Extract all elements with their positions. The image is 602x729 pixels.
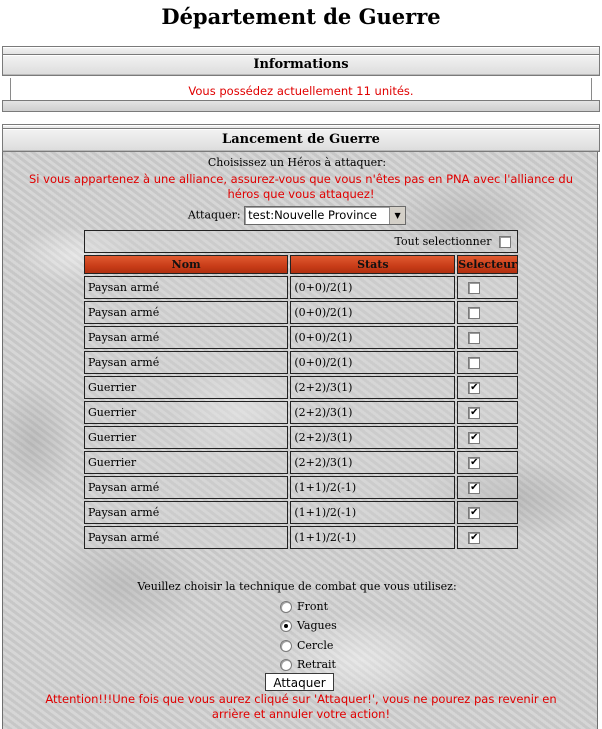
unit-selector-cell: ✔ xyxy=(457,501,518,524)
unit-name-cell: Paysan armé xyxy=(84,476,289,499)
unit-select-checkbox[interactable]: ✔ xyxy=(468,482,481,494)
unit-stats-cell: (2+2)/3(1) xyxy=(290,376,456,399)
unit-stats-cell: (0+0)/2(1) xyxy=(290,301,456,324)
technique-radio[interactable] xyxy=(280,601,292,613)
technique-label: Front xyxy=(297,600,329,613)
column-header-stats: Stats xyxy=(290,255,456,274)
table-row: Paysan armé (1+1)/2(-1) ✔ xyxy=(84,501,518,524)
unit-selector-cell xyxy=(457,276,518,299)
technique-radio[interactable] xyxy=(280,659,292,671)
unit-select-checkbox[interactable] xyxy=(468,307,481,319)
unit-selector-cell: ✔ xyxy=(457,426,518,449)
unit-selector-cell: ✔ xyxy=(457,451,518,474)
chevron-down-icon[interactable]: ▼ xyxy=(389,207,406,224)
table-row: Paysan armé (0+0)/2(1) xyxy=(84,326,518,349)
unit-select-checkbox[interactable] xyxy=(468,357,481,369)
info-panel-title: Informations xyxy=(253,57,349,72)
table-row: Guerrier (2+2)/3(1) ✔ xyxy=(84,426,518,449)
technique-option[interactable]: Front xyxy=(280,598,328,616)
table-header-row: Nom Stats Selecteur xyxy=(84,255,518,274)
technique-label: Vagues xyxy=(297,619,337,632)
unit-selector-cell: ✔ xyxy=(457,476,518,499)
table-row: Guerrier (2+2)/3(1) ✔ xyxy=(84,451,518,474)
unit-select-checkbox[interactable]: ✔ xyxy=(468,382,481,394)
table-row: Paysan armé (1+1)/2(-1) ✔ xyxy=(84,476,518,499)
choose-hero-label: Choisissez un Héros à attaquer: xyxy=(207,156,387,169)
table-row: Paysan armé (0+0)/2(1) xyxy=(84,351,518,374)
unit-name-cell: Paysan armé xyxy=(84,526,289,549)
unit-select-checkbox[interactable]: ✔ xyxy=(468,532,481,544)
unit-selector-cell xyxy=(457,326,518,349)
select-all-label: Tout selectionner xyxy=(394,235,492,248)
page-title: Département de Guerre xyxy=(161,4,441,29)
table-row: Paysan armé (0+0)/2(1) xyxy=(84,301,518,324)
unit-selector-cell: ✔ xyxy=(457,376,518,399)
unit-name-cell: Guerrier xyxy=(84,376,289,399)
unit-selector-cell xyxy=(457,351,518,374)
attack-label: Attaquer: xyxy=(187,208,241,222)
technique-radio[interactable] xyxy=(280,620,292,632)
column-header-selecteur: Selecteur xyxy=(457,255,518,274)
unit-name-cell: Paysan armé xyxy=(84,351,289,374)
war-panel-header: Lancement de Guerre xyxy=(2,128,600,152)
unit-select-checkbox[interactable]: ✔ xyxy=(468,507,481,519)
unit-name-cell: Guerrier xyxy=(84,426,289,449)
table-row: Paysan armé (0+0)/2(1) xyxy=(84,276,518,299)
table-row: Paysan armé (1+1)/2(-1) ✔ xyxy=(84,526,518,549)
unit-name-cell: Paysan armé xyxy=(84,276,289,299)
unit-count-message: Vous possédez actuellement 11 unités. xyxy=(10,78,592,102)
technique-label: Retrait xyxy=(297,658,336,671)
unit-stats-cell: (0+0)/2(1) xyxy=(290,351,456,374)
unit-selector-cell xyxy=(457,301,518,324)
unit-name-cell: Guerrier xyxy=(84,401,289,424)
alliance-warning: Si vous appartenez à une alliance, assur… xyxy=(29,172,573,201)
unit-stats-cell: (1+1)/2(-1) xyxy=(290,501,456,524)
info-panel-bottom-bevel xyxy=(2,100,600,112)
unit-stats-cell: (2+2)/3(1) xyxy=(290,401,456,424)
unit-select-checkbox[interactable]: ✔ xyxy=(468,432,481,444)
technique-option[interactable]: Cercle xyxy=(280,637,333,655)
technique-option[interactable]: Vagues xyxy=(280,617,337,635)
unit-name-cell: Paysan armé xyxy=(84,301,289,324)
table-row: Guerrier (2+2)/3(1) ✔ xyxy=(84,401,518,424)
unit-selector-cell: ✔ xyxy=(457,526,518,549)
final-warning: Attention!!!Une fois que vous aurez cliq… xyxy=(45,692,557,721)
attack-button[interactable]: Attaquer xyxy=(265,673,334,691)
technique-option[interactable]: Retrait xyxy=(280,656,336,674)
unit-select-checkbox[interactable]: ✔ xyxy=(468,407,481,419)
unit-stats-cell: (1+1)/2(-1) xyxy=(290,526,456,549)
units-table: Tout selectionner Nom Stats Selecteur Pa… xyxy=(82,228,520,551)
unit-stats-cell: (0+0)/2(1) xyxy=(290,326,456,349)
hero-target-select[interactable]: test:Nouvelle Province ▼ xyxy=(244,206,407,225)
unit-select-checkbox[interactable]: ✔ xyxy=(468,457,481,469)
unit-name-cell: Paysan armé xyxy=(84,501,289,524)
technique-label: Cercle xyxy=(297,639,334,652)
war-panel-title: Lancement de Guerre xyxy=(222,132,380,147)
unit-stats-cell: (1+1)/2(-1) xyxy=(290,476,456,499)
table-row: Guerrier (2+2)/3(1) ✔ xyxy=(84,376,518,399)
unit-name-cell: Paysan armé xyxy=(84,326,289,349)
technique-prompt: Veuillez choisir la technique de combat … xyxy=(137,580,457,593)
select-all-row: Tout selectionner xyxy=(84,230,518,253)
unit-name-cell: Guerrier xyxy=(84,451,289,474)
unit-stats-cell: (2+2)/3(1) xyxy=(290,451,456,474)
unit-stats-cell: (0+0)/2(1) xyxy=(290,276,456,299)
unit-select-checkbox[interactable] xyxy=(468,282,481,294)
column-header-nom: Nom xyxy=(84,255,289,274)
unit-selector-cell: ✔ xyxy=(457,401,518,424)
unit-rows: Paysan armé (0+0)/2(1) Paysan armé (0+0)/2(… xyxy=(84,276,518,549)
unit-stats-cell: (2+2)/3(1) xyxy=(290,426,456,449)
select-all-checkbox[interactable] xyxy=(499,236,511,248)
hero-target-value: test:Nouvelle Province xyxy=(248,208,377,222)
technique-radio[interactable] xyxy=(280,640,292,652)
unit-select-checkbox[interactable] xyxy=(468,332,481,344)
attack-target-row: Attaquer: test:Nouvelle Province ▼ xyxy=(0,206,594,225)
info-panel-header: Informations xyxy=(2,54,600,76)
